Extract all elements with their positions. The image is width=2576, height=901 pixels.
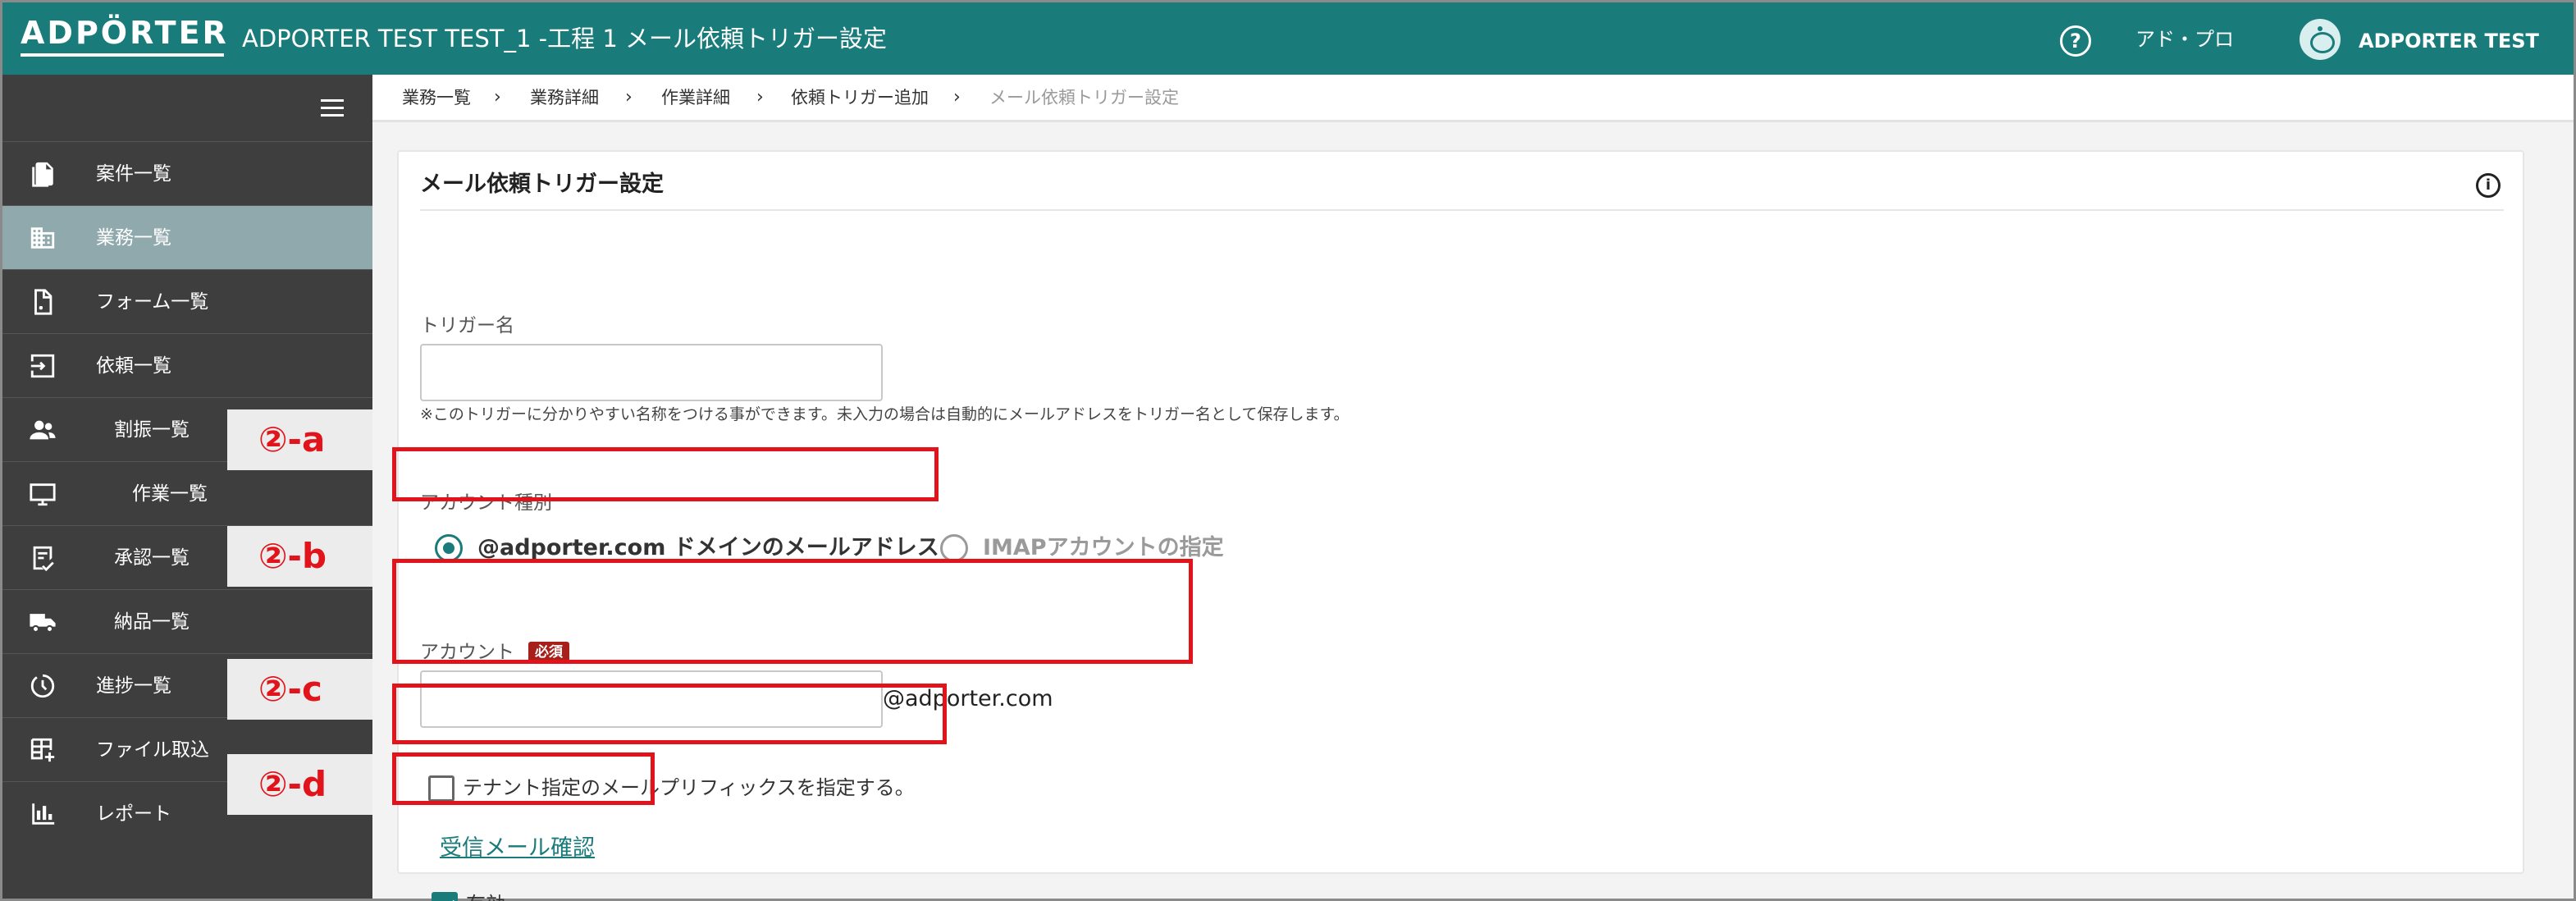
table-add-icon bbox=[30, 738, 55, 762]
monitor-icon bbox=[30, 483, 56, 506]
highlight-box-account bbox=[392, 559, 1193, 664]
sidebar-item-label: 作業一覧 bbox=[132, 483, 208, 505]
bar-chart-icon bbox=[32, 803, 55, 825]
breadcrumb-separator-icon: › bbox=[625, 87, 633, 107]
sidebar-item-label: 承認一覧 bbox=[114, 547, 190, 569]
clock-icon bbox=[30, 674, 55, 698]
organization-name[interactable]: アド・プロ bbox=[2135, 25, 2234, 53]
breadcrumb-item[interactable]: 依頼トリガー追加 bbox=[791, 85, 929, 111]
user-avatar-icon[interactable] bbox=[2300, 19, 2341, 60]
divider bbox=[420, 209, 2504, 211]
sidebar-item-requests[interactable]: 依頼一覧 bbox=[2, 333, 372, 397]
account-type-domain-radio[interactable] bbox=[435, 534, 463, 562]
step-label-2c: ②-c bbox=[227, 659, 372, 720]
document-icon bbox=[32, 162, 53, 187]
enabled-checkbox[interactable] bbox=[432, 892, 458, 901]
help-icon[interactable]: ? bbox=[2060, 25, 2091, 57]
sidebar-item-label: 業務一覧 bbox=[96, 227, 171, 249]
page-title: ADPORTER TEST TEST_1 -工程 1 メール依頼トリガー設定 bbox=[242, 25, 887, 53]
sidebar-item-label: 進捗一覧 bbox=[96, 675, 171, 697]
trigger-name-hint: ※このトリガーに分かりやすい名称をつける事ができます。未入力の場合は自動的にメー… bbox=[420, 405, 1350, 423]
check-received-mail-link[interactable]: 受信メール確認 bbox=[440, 833, 595, 864]
app-header: ADPÖRTER ADPORTER TEST TEST_1 -工程 1 メール依… bbox=[2, 2, 2574, 75]
sidebar-item-forms[interactable]: フォーム一覧 bbox=[2, 269, 372, 333]
card-title: メール依頼トリガー設定 bbox=[420, 172, 664, 197]
trigger-name-input[interactable] bbox=[420, 344, 883, 401]
menu-toggle-icon[interactable] bbox=[321, 99, 344, 117]
highlight-box-tenant-prefix bbox=[392, 684, 947, 744]
sidebar-item-label: 案件一覧 bbox=[96, 163, 171, 185]
enabled-label[interactable]: 有効 bbox=[466, 890, 505, 901]
form-icon bbox=[34, 289, 53, 315]
people-icon bbox=[30, 420, 56, 440]
sidebar-item-label: フォーム一覧 bbox=[96, 291, 209, 313]
approval-icon bbox=[33, 546, 54, 572]
sidebar-item-label: ファイル取込 bbox=[96, 739, 209, 761]
sidebar-item-label: レポート bbox=[96, 803, 171, 825]
sidebar-item-label: 割振一覧 bbox=[114, 419, 190, 441]
logo-underline bbox=[21, 53, 224, 57]
step-label-2d: ②-d bbox=[227, 754, 372, 815]
app-logo[interactable]: ADPÖRTER bbox=[21, 16, 229, 50]
breadcrumb-separator-icon: › bbox=[953, 87, 961, 107]
breadcrumb-item[interactable]: 業務一覧 bbox=[402, 85, 471, 111]
highlight-box-account-type bbox=[392, 447, 939, 501]
breadcrumb-separator-icon: › bbox=[756, 87, 764, 107]
inbox-icon bbox=[30, 354, 55, 378]
truck-icon bbox=[30, 614, 56, 633]
sidebar-item-label: 依頼一覧 bbox=[96, 355, 171, 377]
step-label-2b: ②-b bbox=[227, 526, 372, 587]
sidebar-item-projects[interactable]: 案件一覧 bbox=[2, 141, 372, 205]
account-type-imap-radio[interactable] bbox=[940, 534, 968, 562]
breadcrumb-item[interactable]: 作業詳細 bbox=[661, 85, 730, 111]
trigger-settings-card: メール依頼トリガー設定 i トリガー名 ※このトリガーに分かりやすい名称をつける… bbox=[397, 150, 2524, 901]
step-label-2a: ②-a bbox=[227, 409, 372, 470]
sidebar-item-label: 納品一覧 bbox=[114, 611, 190, 633]
sidebar-item-tasks[interactable]: 作業一覧 bbox=[2, 461, 372, 525]
breadcrumb-separator-icon: › bbox=[494, 87, 501, 107]
building-icon bbox=[30, 227, 55, 249]
trigger-name-label: トリガー名 bbox=[420, 315, 514, 336]
highlight-box-check-mail bbox=[392, 752, 655, 805]
info-icon[interactable]: i bbox=[2476, 173, 2501, 198]
breadcrumb: 業務一覧 › 業務詳細 › 作業詳細 › 依頼トリガー追加 › メール依頼トリガ… bbox=[372, 75, 2574, 122]
sidebar-item-operations[interactable]: 業務一覧 bbox=[2, 205, 372, 269]
sidebar-item-deliveries[interactable]: 納品一覧 bbox=[2, 589, 372, 653]
user-name[interactable]: ADPORTER TEST bbox=[2359, 27, 2539, 55]
breadcrumb-current: メール依頼トリガー設定 bbox=[989, 88, 1179, 107]
breadcrumb-item[interactable]: 業務詳細 bbox=[530, 85, 599, 111]
